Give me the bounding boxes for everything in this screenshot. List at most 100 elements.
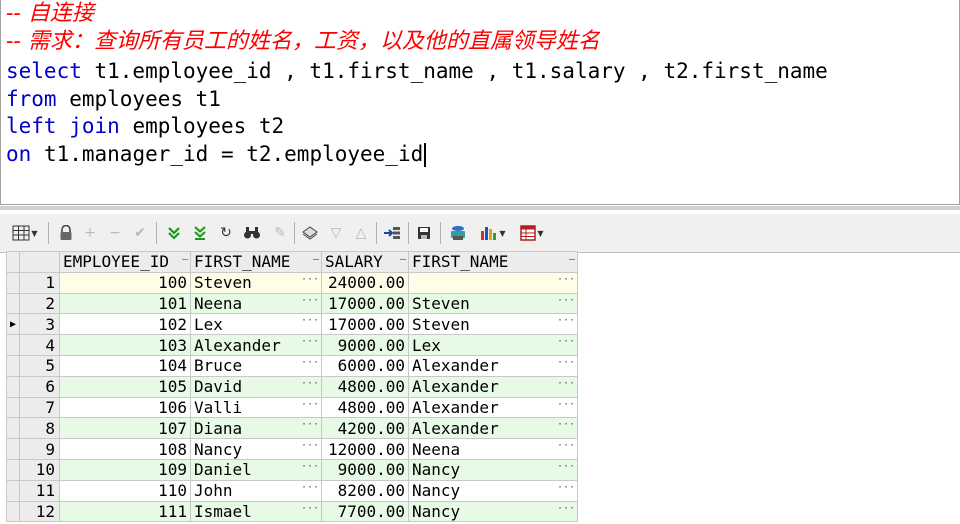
lock-icon[interactable] — [56, 223, 76, 243]
cell-editor-icon[interactable]: ··· — [557, 378, 575, 389]
refresh-icon[interactable]: ↻ — [216, 223, 236, 243]
row-number[interactable]: 1 — [19, 271, 60, 294]
cell-editor-icon[interactable]: ··· — [557, 461, 575, 472]
clear-icon[interactable]: ✎ — [270, 223, 290, 243]
cell-editor-icon[interactable]: ··· — [301, 461, 319, 472]
cell-editor-icon[interactable]: ··· — [301, 419, 319, 430]
cell-salary[interactable]: 6000.00 — [321, 354, 409, 377]
cell-employee-id[interactable]: 105 — [59, 375, 191, 398]
cell-editor-icon[interactable]: ··· — [301, 336, 319, 347]
table-row[interactable]: 1 100 Steven ··· 24000.00 ··· — [6, 271, 578, 294]
sql-editor[interactable]: -- 自连接 -- 需求：查询所有员工的姓名，工资，以及他的直属领导姓名 sel… — [0, 0, 960, 205]
add-record-icon[interactable]: + — [80, 223, 100, 243]
cell-editor-icon[interactable]: ··· — [301, 399, 319, 410]
table-row[interactable]: 9 108 Nancy ··· 12000.00 Neena ··· — [6, 438, 578, 460]
row-number[interactable]: 12 — [19, 500, 60, 523]
cell-editor-icon[interactable]: ··· — [557, 419, 575, 430]
cell-first-name[interactable]: Steven ··· — [190, 271, 322, 294]
row-number[interactable]: 6 — [19, 375, 60, 398]
cell-salary[interactable]: 24000.00 — [321, 271, 409, 294]
table-row[interactable]: 7 106 Valli ··· 4800.00 Alexander ··· — [6, 396, 578, 419]
row-number[interactable]: 3 — [19, 313, 60, 336]
cell-editor-icon[interactable]: ··· — [301, 440, 319, 451]
column-menu-icon[interactable]: — — [182, 254, 188, 265]
row-number[interactable]: 2 — [19, 292, 60, 315]
chart-icon[interactable]: ▼ — [476, 223, 510, 243]
cell-manager-first-name[interactable]: Alexander ··· — [408, 417, 578, 440]
cell-manager-first-name[interactable]: Alexander ··· — [408, 354, 578, 377]
cell-editor-icon[interactable]: ··· — [301, 274, 319, 285]
cell-editor-icon[interactable]: ··· — [557, 315, 575, 326]
cell-editor-icon[interactable]: ··· — [557, 503, 575, 514]
cell-editor-icon[interactable]: ··· — [301, 315, 319, 326]
cell-manager-first-name[interactable]: Lex ··· — [408, 334, 578, 356]
save-icon[interactable] — [414, 223, 434, 243]
column-header-first-name[interactable]: FIRST_NAME — — [190, 251, 322, 273]
cell-first-name[interactable]: Alexander ··· — [190, 334, 322, 356]
cell-first-name[interactable]: David ··· — [190, 375, 322, 398]
fetch-last-icon[interactable] — [190, 223, 210, 243]
print-icon[interactable] — [448, 223, 468, 243]
column-menu-icon[interactable]: — — [313, 254, 319, 265]
table-icon[interactable]: ▼ — [515, 223, 549, 243]
fetch-next-icon[interactable] — [164, 223, 184, 243]
cell-first-name[interactable]: Daniel ··· — [190, 458, 322, 481]
cell-editor-icon[interactable]: ··· — [301, 378, 319, 389]
cell-editor-icon[interactable]: ··· — [301, 503, 319, 514]
table-row[interactable]: 8 107 Diana ··· 4200.00 Alexander ··· — [6, 417, 578, 440]
cell-editor-icon[interactable]: ··· — [557, 357, 575, 368]
table-row[interactable]: 12 111 Ismael ··· 7700.00 Nancy ··· — [6, 500, 578, 523]
pane-splitter[interactable] — [0, 206, 960, 210]
row-number[interactable]: 8 — [19, 417, 60, 440]
cell-employee-id[interactable]: 109 — [59, 458, 191, 481]
cell-editor-icon[interactable]: ··· — [557, 482, 575, 493]
delete-record-icon[interactable]: − — [105, 223, 125, 243]
grid-view-icon[interactable]: ▼ — [10, 223, 40, 243]
cell-editor-icon[interactable]: ··· — [301, 357, 319, 368]
cell-editor-icon[interactable]: ··· — [557, 336, 575, 347]
table-row[interactable]: 11 110 John ··· 8200.00 Nancy ··· — [6, 479, 578, 502]
row-number[interactable]: 7 — [19, 396, 60, 419]
cell-manager-first-name[interactable]: Nancy ··· — [408, 500, 578, 523]
cell-manager-first-name[interactable]: Nancy ··· — [408, 458, 578, 481]
cell-manager-first-name[interactable]: Steven ··· — [408, 313, 578, 336]
cell-salary[interactable]: 12000.00 — [321, 438, 409, 460]
cell-manager-first-name[interactable]: Alexander ··· — [408, 375, 578, 398]
cell-employee-id[interactable]: 101 — [59, 292, 191, 315]
column-header-employee-id[interactable]: EMPLOYEE_ID — — [59, 251, 191, 273]
cell-salary[interactable]: 17000.00 — [321, 292, 409, 315]
cell-salary[interactable]: 4800.00 — [321, 396, 409, 419]
table-row[interactable]: 4 103 Alexander ··· 9000.00 Lex ··· — [6, 334, 578, 356]
cell-editor-icon[interactable]: ··· — [557, 440, 575, 451]
table-row[interactable]: 5 104 Bruce ··· 6000.00 Alexander ··· — [6, 354, 578, 377]
column-menu-icon[interactable]: — — [569, 254, 575, 265]
cell-manager-first-name[interactable]: ··· — [408, 271, 578, 294]
cell-first-name[interactable]: Nancy ··· — [190, 438, 322, 460]
row-number[interactable]: 9 — [19, 438, 60, 460]
cell-salary[interactable]: 8200.00 — [321, 479, 409, 502]
cell-salary[interactable]: 17000.00 — [321, 313, 409, 336]
cell-first-name[interactable]: Valli ··· — [190, 396, 322, 419]
cell-first-name[interactable]: Bruce ··· — [190, 354, 322, 377]
cell-editor-icon[interactable]: ··· — [557, 295, 575, 306]
cell-first-name[interactable]: Neena ··· — [190, 292, 322, 315]
cell-editor-icon[interactable]: ··· — [557, 399, 575, 410]
post-icon[interactable]: ✔ — [130, 223, 150, 243]
cell-first-name[interactable]: Diana ··· — [190, 417, 322, 440]
cell-editor-icon[interactable]: ··· — [557, 274, 575, 285]
cell-employee-id[interactable]: 107 — [59, 417, 191, 440]
row-number[interactable]: 11 — [19, 479, 60, 502]
table-row[interactable]: ▶ 3 102 Lex ··· 17000.00 Steven ··· — [6, 313, 578, 336]
cell-salary[interactable]: 4800.00 — [321, 375, 409, 398]
cell-salary[interactable]: 9000.00 — [321, 334, 409, 356]
cell-first-name[interactable]: Ismael ··· — [190, 500, 322, 523]
table-row[interactable]: 6 105 David ··· 4800.00 Alexander ··· — [6, 375, 578, 398]
cell-editor-icon[interactable]: ··· — [301, 295, 319, 306]
column-header-manager-first-name[interactable]: FIRST_NAME — — [408, 251, 578, 273]
column-menu-icon[interactable]: — — [400, 254, 406, 265]
cell-salary[interactable]: 7700.00 — [321, 500, 409, 523]
find-icon[interactable] — [242, 223, 262, 243]
column-header-salary[interactable]: SALARY — — [321, 251, 409, 273]
cell-employee-id[interactable]: 104 — [59, 354, 191, 377]
cell-first-name[interactable]: John ··· — [190, 479, 322, 502]
